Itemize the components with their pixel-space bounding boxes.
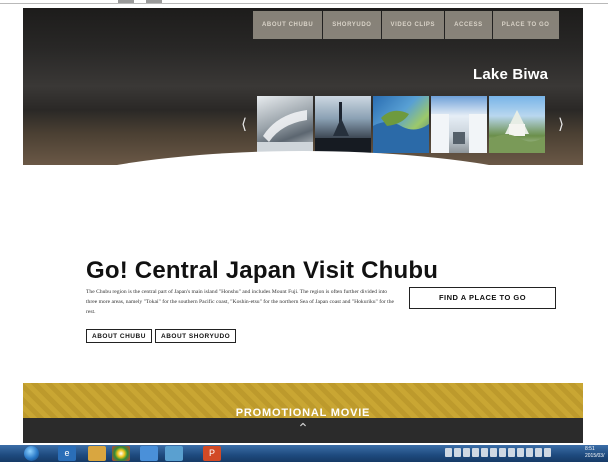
about-shoryudo-button[interactable]: ABOUT SHORYUDO	[155, 329, 237, 343]
nav-place-to-go[interactable]: PLACE TO GO	[492, 11, 559, 39]
building-photo	[257, 110, 313, 153]
tray-icon[interactable]	[535, 448, 542, 457]
tray-icon[interactable]	[499, 448, 506, 457]
about-chubu-button[interactable]: ABOUT CHUBU	[86, 329, 152, 343]
tray-icon[interactable]	[526, 448, 533, 457]
chevron-right-icon[interactable]: ⟩	[554, 108, 568, 142]
main-nav: ABOUT CHUBU SHORYUDO VIDEO CLIPS ACCESS …	[253, 11, 560, 39]
tower-photo	[315, 102, 371, 153]
scroll-top-bar[interactable]: ⌃	[23, 418, 583, 443]
chrome-icon[interactable]	[112, 446, 130, 461]
hero-title: Lake Biwa	[473, 66, 549, 83]
carousel-thumbnail[interactable]	[373, 96, 429, 153]
page-headline: Go! Central Japan Visit Chubu	[86, 257, 439, 284]
carousel-thumbnail[interactable]	[315, 96, 371, 153]
chevron-up-icon[interactable]: ⌃	[23, 420, 583, 437]
tray-icon[interactable]	[508, 448, 515, 457]
clock-time: 8:51	[585, 446, 595, 452]
internet-explorer-icon[interactable]: e	[58, 446, 76, 461]
nav-access[interactable]: ACCESS	[445, 11, 492, 39]
taskbar-clock[interactable]: 8:51 2015/03/	[585, 446, 608, 460]
tray-icon[interactable]	[490, 448, 497, 457]
find-place-button[interactable]: FIND A PLACE TO GO	[409, 287, 556, 309]
snow-wall-photo	[431, 114, 487, 153]
tray-icon[interactable]	[445, 448, 452, 457]
top-strip-mark	[146, 0, 162, 3]
app-icon[interactable]	[165, 446, 183, 461]
carousel-thumbnail[interactable]	[257, 96, 313, 153]
app-icon[interactable]	[140, 446, 158, 461]
tray-icon[interactable]	[454, 448, 461, 457]
nav-shoryudo[interactable]: SHORYUDO	[323, 11, 381, 39]
system-tray	[445, 448, 553, 457]
windows-taskbar: e P 8:51 2015/03/	[0, 445, 608, 462]
nav-about-chubu[interactable]: ABOUT CHUBU	[253, 11, 323, 39]
castle-photo	[489, 110, 545, 153]
clock-date: 2015/03/	[585, 453, 605, 459]
tray-icon[interactable]	[517, 448, 524, 457]
powerpoint-icon[interactable]: P	[203, 446, 221, 461]
carousel-thumbnail[interactable]	[489, 96, 545, 153]
start-button-icon[interactable]	[24, 446, 39, 461]
folder-icon[interactable]	[88, 446, 106, 461]
hero-curve	[23, 151, 583, 165]
tray-icon[interactable]	[544, 448, 551, 457]
nav-video-clips[interactable]: VIDEO CLIPS	[381, 11, 445, 39]
coast-photo	[373, 110, 429, 153]
top-divider	[0, 3, 608, 4]
chevron-left-icon[interactable]: ⟨	[237, 108, 251, 142]
intro-description: The Chubu region is the central part of …	[86, 289, 394, 315]
top-strip-mark	[118, 0, 134, 3]
tray-icon[interactable]	[481, 448, 488, 457]
hero-section: ABOUT CHUBU SHORYUDO VIDEO CLIPS ACCESS …	[23, 8, 583, 165]
tray-icon[interactable]	[463, 448, 470, 457]
tray-icon[interactable]	[472, 448, 479, 457]
thumbnail-carousel	[257, 96, 547, 153]
carousel-thumbnail[interactable]	[431, 96, 487, 153]
